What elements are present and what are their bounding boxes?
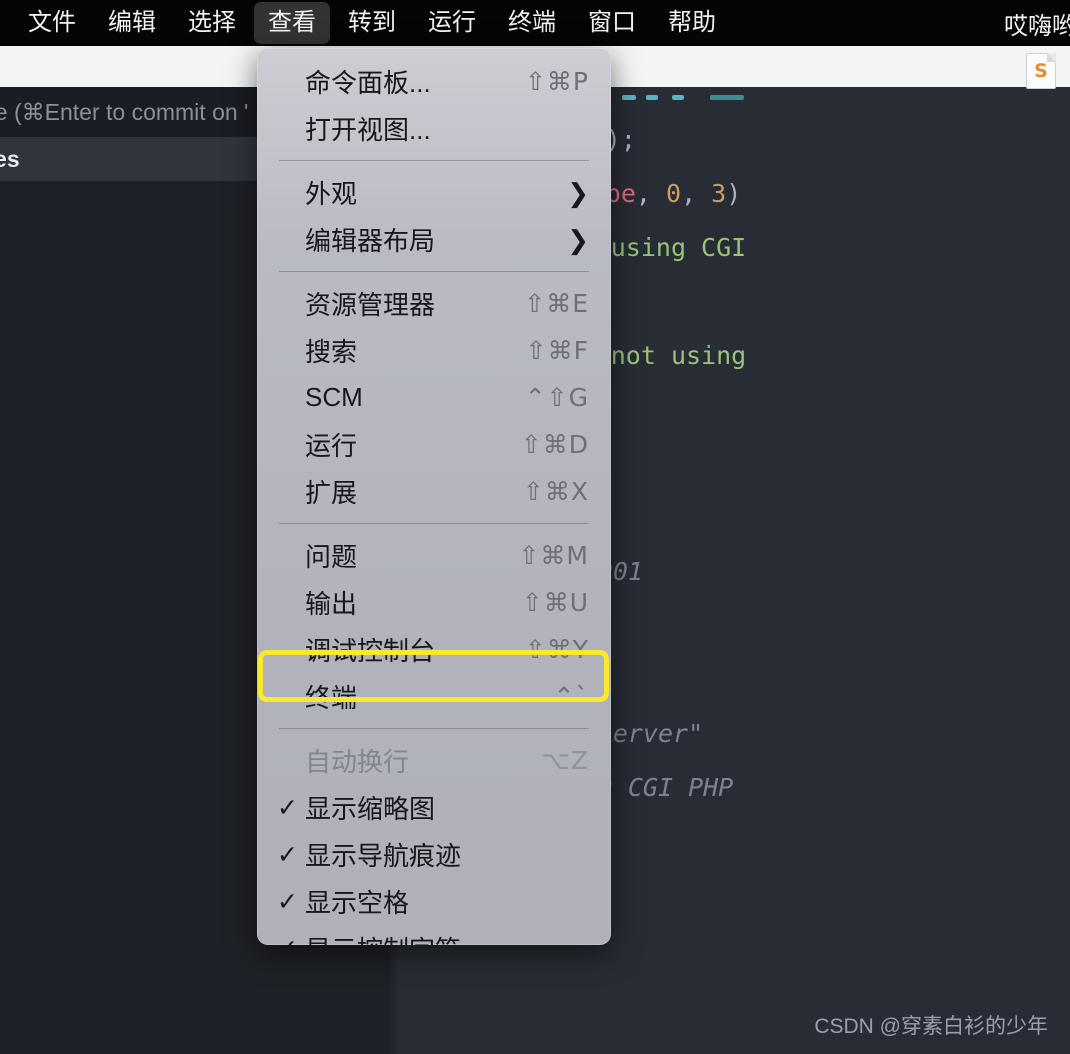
menubar-item-8[interactable]: 帮助	[654, 2, 730, 44]
menu-item-自动换行: 自动换行 ⌥Z	[257, 737, 611, 784]
menu-item-label: SCM	[305, 382, 363, 412]
menu-item-label: 终端	[305, 683, 358, 713]
commit-message-placeholder: ge (⌘Enter to commit on '	[0, 98, 249, 125]
menu-item-shortcut: ⇧⌘X	[522, 477, 589, 506]
menu-item-label: 编辑器布局	[305, 226, 436, 256]
menu-separator	[279, 160, 589, 161]
app-root: S dump($sapi_type);substr($sapi_type, 0,…	[0, 0, 1070, 1054]
menu-item-打开视图...[interactable]: 打开视图...	[257, 105, 611, 152]
chevron-right-icon: ❯	[567, 224, 589, 255]
menu-item-SCM[interactable]: SCM ⌃⇧G	[257, 374, 611, 421]
menu-item-shortcut: ⇧⌘D	[520, 430, 589, 459]
code-token-7: )	[726, 179, 742, 208]
menu-item-label: 扩展	[305, 478, 358, 508]
menu-item-运行[interactable]: 运行 ⇧⌘D	[257, 421, 611, 468]
checkmark-icon: ✓	[277, 793, 298, 822]
menu-item-命令面板...[interactable]: 命令面板... ⇧⌘P	[257, 58, 611, 105]
menu-item-shortcut: ⇧⌘U	[521, 588, 589, 617]
menu-separator	[279, 728, 589, 729]
scm-changes-label: ges	[0, 145, 20, 172]
csdn-watermark: CSDN @穿素白衫的少年	[814, 1015, 1048, 1038]
menu-separator	[279, 271, 589, 272]
menubar-item-6[interactable]: 终端	[494, 2, 570, 44]
menubar-item-7[interactable]: 窗口	[574, 2, 650, 44]
menu-item-显示控制字符[interactable]: ✓显示控制字符	[257, 925, 611, 945]
code-token-3: ,	[635, 179, 666, 208]
menu-bar-right-label[interactable]: 哎嗨哟	[1004, 6, 1070, 41]
menu-item-扩展[interactable]: 扩展 ⇧⌘X	[257, 468, 611, 515]
menubar-item-5[interactable]: 运行	[414, 2, 490, 44]
menubar-item-1[interactable]: 编辑	[94, 2, 170, 44]
menu-item-问题[interactable]: 问题 ⇧⌘M	[257, 532, 611, 579]
chevron-right-icon: ❯	[567, 177, 589, 208]
menu-item-label: 自动换行	[305, 747, 410, 777]
php-file-icon[interactable]: S	[1026, 53, 1056, 89]
code-token-4: ;	[620, 125, 636, 154]
menu-item-label: 显示空格	[305, 888, 410, 918]
checkmark-icon: ✓	[277, 840, 298, 869]
code-token-6: 3	[711, 179, 727, 208]
menu-item-label: 资源管理器	[305, 290, 436, 320]
menu-item-label: 打开视图...	[305, 115, 431, 145]
code-token-5: ,	[681, 179, 712, 208]
code-fragment-6	[622, 95, 636, 100]
menu-item-搜索[interactable]: 搜索 ⇧⌘F	[257, 327, 611, 374]
menu-item-外观[interactable]: 外观 ❯	[257, 169, 611, 216]
menu-item-label: 问题	[305, 542, 358, 572]
menu-bar[interactable]: 文件 编辑 选择 查看 转到 运行 终端 窗口 帮助 哎嗨哟	[0, 0, 1070, 46]
menu-item-label: 运行	[305, 431, 358, 461]
menubar-item-2[interactable]: 选择	[174, 2, 250, 44]
code-token-4: 0	[666, 179, 682, 208]
menu-item-资源管理器[interactable]: 资源管理器 ⇧⌘E	[257, 280, 611, 327]
menu-item-显示导航痕迹[interactable]: ✓ 显示导航痕迹	[257, 831, 611, 878]
menu-item-label: 显示导航痕迹	[305, 841, 462, 871]
menu-item-label: 显示控制字符	[305, 930, 589, 945]
menu-item-label: 搜索	[305, 337, 358, 367]
menu-item-label: 显示缩略图	[305, 794, 436, 824]
menu-item-label: 调试控制台	[305, 636, 436, 666]
menu-item-shortcut: ⇧⌘F	[525, 336, 589, 365]
code-fragment-8	[672, 95, 684, 100]
menu-item-shortcut: ⌃`	[553, 682, 589, 711]
menu-item-终端[interactable]: 终端 ⌃`	[257, 673, 611, 720]
menu-item-label: 输出	[305, 589, 358, 619]
menu-item-label: 外观	[305, 179, 358, 209]
code-fragment-9	[710, 95, 744, 100]
menu-item-shortcut: ⌥Z	[541, 746, 589, 775]
checkmark-icon: ✓	[277, 887, 298, 916]
code-fragment-7	[646, 95, 658, 100]
menu-item-显示空格[interactable]: ✓ 显示空格	[257, 878, 611, 925]
view-dropdown-menu[interactable]: 命令面板... ⇧⌘P 打开视图... 外观 ❯ 编辑器布局 ❯ 资源管理器 ⇧⌘E 搜索 ⇧⌘F S…	[257, 48, 611, 945]
menubar-item-0[interactable]: 文件	[14, 2, 90, 44]
menu-separator	[279, 523, 589, 524]
file-icon-letter: S	[1034, 60, 1048, 82]
menu-item-shortcut: ⇧⌘M	[518, 541, 589, 570]
menu-item-输出[interactable]: 输出 ⇧⌘U	[257, 579, 611, 626]
checkmark-icon: ✓	[277, 936, 305, 945]
menu-item-shortcut: ⇧⌘E	[524, 289, 589, 318]
menubar-item-3[interactable]: 查看	[254, 2, 330, 44]
menu-item-shortcut: ⌃⇧G	[524, 383, 589, 412]
menu-item-编辑器布局[interactable]: 编辑器布局 ❯	[257, 216, 611, 263]
menu-item-shortcut: ⇧⌘Y	[524, 635, 589, 664]
menu-item-shortcut: ⇧⌘P	[524, 67, 589, 96]
menu-item-label: 命令面板...	[305, 68, 431, 98]
menubar-item-4[interactable]: 转到	[334, 2, 410, 44]
menu-item-调试控制台[interactable]: 调试控制台 ⇧⌘Y	[257, 626, 611, 673]
menu-item-显示缩略图[interactable]: ✓ 显示缩略图	[257, 784, 611, 831]
